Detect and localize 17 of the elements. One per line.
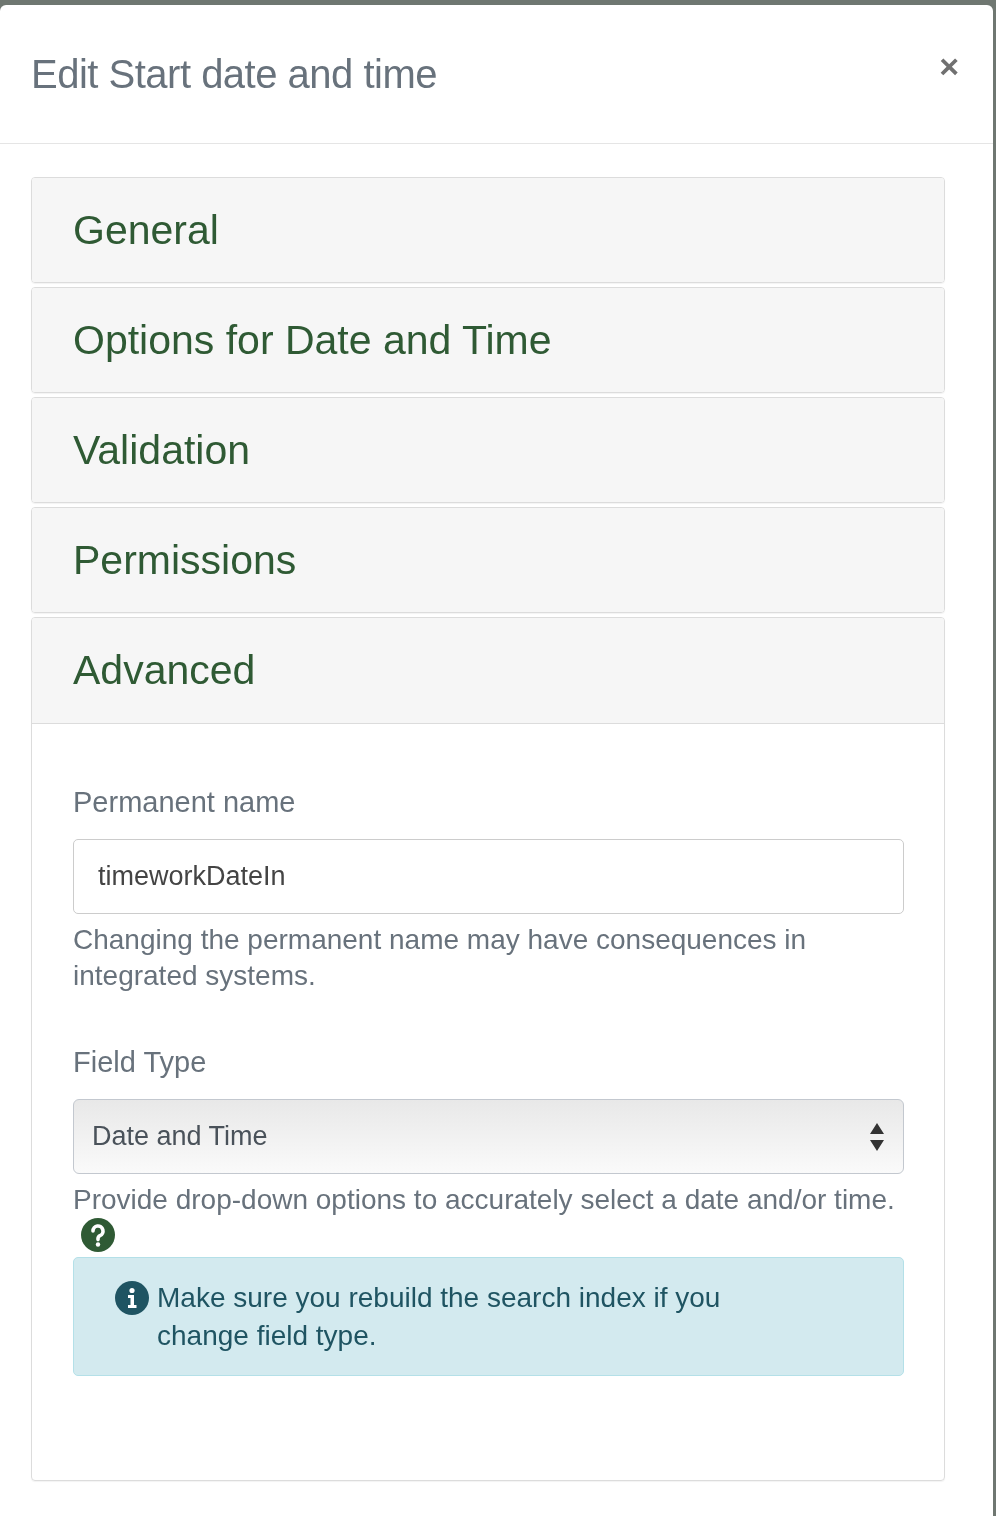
field-type-select[interactable]: Date and Time <box>73 1099 904 1174</box>
accordion-header[interactable]: Options for Date and Time <box>32 288 944 392</box>
field-label: Field Type <box>73 1046 208 1079</box>
accordion-header[interactable]: Permissions <box>32 508 944 612</box>
help-text: Changing the permanent name may have consequences in integrated systems. <box>73 923 808 993</box>
permanent-name-field[interactable]: timeworkDateIn <box>73 839 904 914</box>
accordion-header[interactable]: Validation <box>32 398 944 502</box>
modal-title: Edit Start date and time <box>31 51 437 97</box>
help-icon[interactable] <box>81 1218 115 1252</box>
accordion-header[interactable]: Advanced <box>32 618 944 724</box>
sort-caret-icon <box>869 1121 885 1152</box>
alert-text: Make sure you rebuild the search index if you change field type. <box>157 1281 722 1353</box>
field-label: Permanent name <box>73 786 297 819</box>
info-icon <box>115 1281 149 1315</box>
accordion-header[interactable]: General <box>32 178 944 282</box>
close-button[interactable]: × <box>939 46 959 86</box>
help-text: Provide drop-down options to accurately select a date and/or time. <box>73 1184 895 1215</box>
